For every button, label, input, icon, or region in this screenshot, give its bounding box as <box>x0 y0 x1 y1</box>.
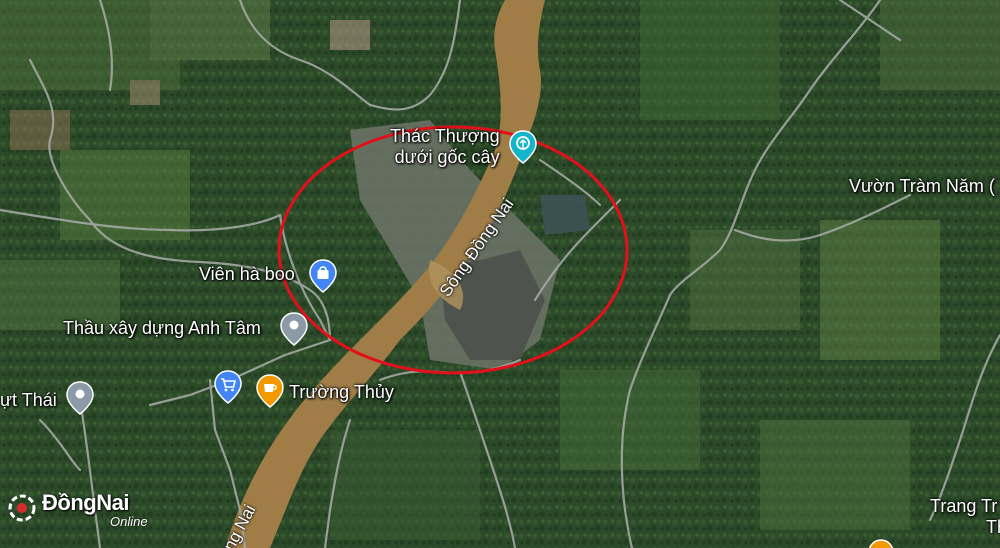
location-pin-icon <box>66 381 94 415</box>
map-view[interactable]: Thác Thượng dưới gốc cây Viên hà boo Thầ… <box>0 0 1000 548</box>
partial-cafe-pin[interactable] <box>868 538 894 548</box>
watermark-brand: ĐồngNai <box>42 490 129 515</box>
dongnai-online-logo: ĐồngNai Online <box>6 488 166 538</box>
place-label-waterfall[interactable]: Thác Thượng dưới gốc cây <box>390 126 500 167</box>
watermark-sub: Online <box>110 514 148 529</box>
waterfall-name-line1: Thác Thượng <box>390 126 500 146</box>
shop-cart-pin[interactable] <box>214 370 242 409</box>
generic-pin-left[interactable] <box>66 381 94 420</box>
place-label-trang-th[interactable]: Th <box>986 517 1000 538</box>
place-label-vuon-tram[interactable]: Vườn Tràm Năm ( <box>849 176 995 197</box>
waterfall-name-line2: dưới gốc cây <box>394 146 500 167</box>
attraction-icon <box>509 130 537 164</box>
attraction-pin[interactable] <box>509 130 537 169</box>
cart-icon <box>214 370 242 404</box>
generic-pin[interactable] <box>280 312 308 351</box>
place-label-trang-tr[interactable]: Trang Tr <box>930 496 997 517</box>
coffee-cup-icon <box>256 374 284 408</box>
place-label-thau-xay-dung[interactable]: Thầu xây dựng Anh Tâm <box>63 318 261 339</box>
location-pin-icon <box>280 312 308 346</box>
satellite-terrain <box>0 0 1000 548</box>
brand-mark-icon <box>8 494 36 522</box>
place-label-truong-thuy[interactable]: Trường Thủy <box>289 382 394 403</box>
shopping-pin[interactable] <box>309 259 337 298</box>
location-pin-icon <box>868 539 894 548</box>
place-label-vien-ha-boo[interactable]: Viên hà boo <box>199 264 295 285</box>
place-label-yt-thai[interactable]: ựt Thái <box>0 390 57 411</box>
cafe-pin[interactable] <box>256 374 284 413</box>
shopping-bag-icon <box>309 259 337 293</box>
